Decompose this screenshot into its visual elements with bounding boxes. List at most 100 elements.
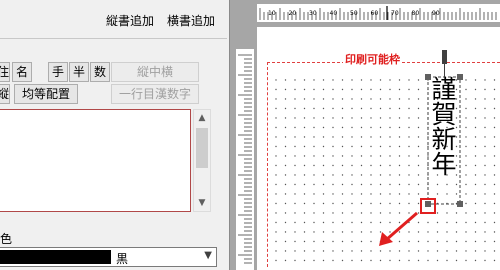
grid-dot: [484, 212, 486, 214]
grid-dot: [417, 98, 420, 100]
grid-dot: [341, 193, 344, 195]
grid-dot: [360, 193, 363, 195]
grid-dot: [303, 117, 306, 119]
grid-dot: [284, 193, 287, 195]
grid-dot: [398, 79, 401, 81]
grid-dot: [484, 107, 486, 110]
grid-dot: [389, 136, 391, 138]
grid-dot: [351, 202, 353, 205]
grid-dot: [351, 126, 353, 129]
grid-dot: [332, 240, 334, 243]
grid-dot: [284, 231, 287, 233]
grid-dot: [408, 250, 410, 252]
grid-dot: [275, 202, 277, 205]
grid-dot: [474, 221, 477, 224]
grid-dot: [341, 98, 344, 100]
grid-dot: [294, 221, 296, 224]
grid-dot: [408, 212, 410, 214]
grid-dot: [455, 183, 458, 186]
grid-dot: [465, 136, 467, 138]
grid-dot: [389, 98, 391, 100]
grid-dot: [322, 155, 325, 157]
grid-dot: [474, 88, 477, 91]
grid-dot: [275, 193, 277, 195]
grid-dot: [484, 193, 486, 195]
grid-dot: [313, 212, 315, 214]
grid-dot: [294, 231, 296, 233]
grid-dot: [322, 145, 325, 148]
grid-dot: [417, 126, 420, 129]
grid-dot: [446, 183, 448, 186]
grid-dot: [322, 136, 325, 138]
grid-dot: [379, 202, 382, 205]
grid-dot: [294, 126, 296, 129]
grid-dot: [389, 259, 391, 262]
grid-dot: [275, 231, 277, 233]
grid-dot: [332, 98, 334, 100]
grid-dot: [303, 107, 306, 110]
grid-dot: [436, 221, 439, 224]
grid-dot: [417, 174, 420, 176]
grid-dot: [484, 250, 486, 252]
grid-dot: [284, 250, 287, 252]
rotate-handle[interactable]: [442, 50, 447, 64]
grid-dot: [360, 250, 363, 252]
grid-dot: [436, 193, 439, 195]
grid-dot: [351, 88, 353, 91]
grid-dot: [322, 164, 325, 167]
grid-dot: [370, 202, 372, 205]
grid-dot: [398, 145, 401, 148]
grid-dot: [389, 202, 391, 205]
grid-dot: [417, 117, 420, 119]
grid-dot: [322, 212, 325, 214]
grid-dot: [313, 193, 315, 195]
grid-dot: [322, 98, 325, 100]
grid-dot: [275, 79, 277, 81]
grid-dot: [332, 212, 334, 214]
grid-dot: [370, 117, 372, 119]
grid-dot: [465, 164, 467, 167]
grid-dot: [455, 240, 458, 243]
grid-dot: [493, 193, 496, 195]
grid-dot: [417, 231, 420, 233]
grid-dot: [351, 183, 353, 186]
grid-dot: [417, 183, 420, 186]
grid-dot: [417, 136, 420, 138]
grid-dot: [370, 98, 372, 100]
grid-dot: [294, 88, 296, 91]
resize-handle-bl[interactable]: [425, 201, 431, 207]
ruler-number: 60: [370, 10, 379, 17]
grid-dot: [341, 145, 344, 148]
grid-dot: [379, 221, 382, 224]
grid-dot: [341, 155, 344, 157]
resize-handle-br[interactable]: [457, 201, 463, 207]
grid-dot: [398, 164, 401, 167]
grid-dot: [389, 79, 391, 81]
grid-dot: [370, 164, 372, 167]
grid-dot: [484, 259, 486, 262]
ruler-number: 50: [350, 10, 358, 17]
grid-dot: [436, 259, 439, 262]
grid-dot: [379, 164, 382, 167]
red-arrow-icon: [385, 211, 418, 242]
grid-dot: [351, 145, 353, 148]
grid-dot: [360, 107, 363, 110]
grid-dot: [484, 221, 486, 224]
ruler-number: 80: [411, 10, 420, 17]
grid-dot: [322, 221, 325, 224]
ruler-number: 70: [391, 10, 399, 17]
grid-dot: [370, 240, 372, 243]
grid-dot: [313, 259, 315, 262]
grid-dot: [294, 117, 296, 119]
grid-dot: [341, 107, 344, 110]
grid-dot: [341, 183, 344, 186]
grid-dot: [379, 126, 382, 129]
grid-dot: [303, 259, 306, 262]
grid-dot: [313, 117, 315, 119]
grid-dot: [322, 250, 325, 252]
grid-dot: [284, 136, 287, 138]
grid-dot: [379, 136, 382, 138]
grid-dot: [351, 98, 353, 100]
grid-dot: [389, 155, 391, 157]
grid-dot: [465, 193, 467, 195]
